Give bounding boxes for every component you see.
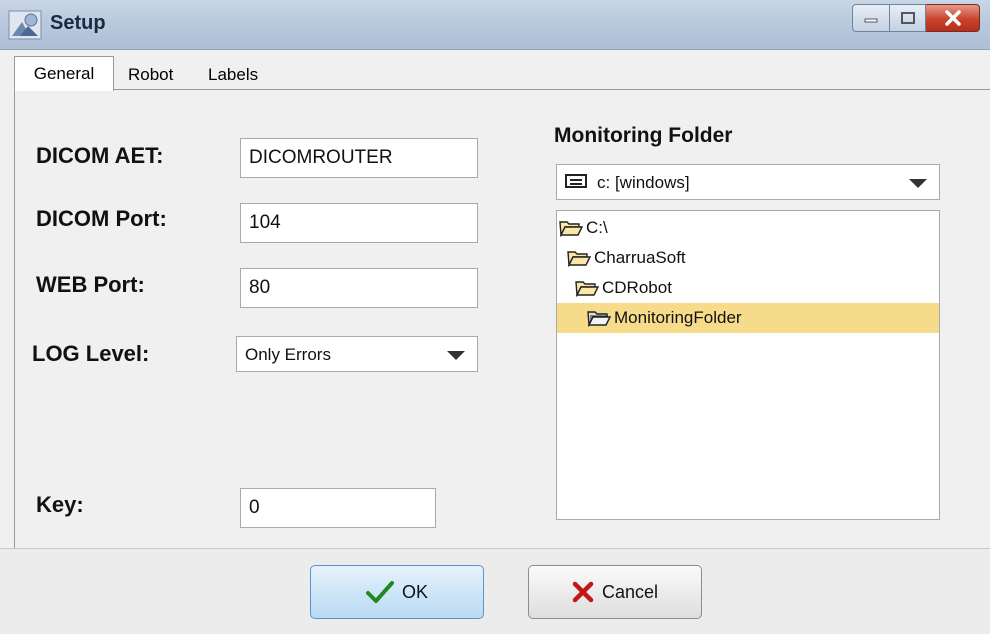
dicom-aet-label: DICOM AET: [36, 143, 164, 168]
window-title: Setup [50, 12, 106, 34]
cancel-button-label: Cancel [601, 581, 659, 602]
tab-labels[interactable]: Labels [208, 62, 278, 90]
folder-name: C:\ [586, 218, 608, 237]
drive-select[interactable]: c: [windows] [556, 164, 940, 200]
tab-general[interactable]: General [14, 56, 114, 91]
key-label: Key: [36, 492, 84, 517]
folder-name: MonitoringFolder [614, 308, 742, 327]
folder-tree-item[interactable]: CDRobot [575, 273, 672, 303]
checkmark-icon [365, 581, 394, 603]
web-port-label: WEB Port: [36, 272, 145, 297]
folder-tree-item[interactable]: CharruaSoft [567, 243, 686, 273]
open-folder-icon [567, 251, 591, 267]
x-icon [572, 581, 594, 603]
drive-select-value: c: [windows] [597, 173, 690, 192]
tab-robot[interactable]: Robot [128, 62, 188, 90]
title-bar: Setup [0, 0, 990, 50]
close-icon [944, 10, 961, 26]
log-level-value: Only Errors [245, 345, 331, 364]
minimize-icon [864, 18, 878, 23]
cancel-button[interactable]: Cancel [528, 565, 702, 619]
chevron-down-icon[interactable] [447, 351, 465, 360]
open-folder-icon [575, 281, 599, 297]
window-controls [852, 4, 980, 32]
monitoring-folder-title: Monitoring Folder [554, 124, 733, 147]
minimize-button[interactable] [852, 4, 890, 32]
maximize-icon [900, 12, 915, 24]
button-bar [0, 548, 990, 634]
chevron-down-icon[interactable] [909, 179, 927, 188]
dicom-port-label: DICOM Port: [36, 206, 167, 231]
open-folder-icon [559, 221, 583, 237]
folder-tree-item-selected[interactable]: MonitoringFolder [557, 303, 939, 333]
setup-window: Setup General Robot Labels DICOM AET: DI… [0, 0, 990, 634]
dicom-aet-input[interactable]: DICOMROUTER [240, 138, 478, 178]
folder-icon [587, 311, 611, 327]
log-level-label: LOG Level: [32, 341, 150, 366]
folder-tree[interactable]: C:\ CharruaSoft CDRobot MonitoringFolder [556, 210, 940, 520]
log-level-select[interactable]: Only Errors [236, 336, 478, 372]
folder-tree-item[interactable]: C:\ [559, 213, 608, 243]
ok-button-label: OK [401, 581, 428, 602]
setup-app-icon [8, 10, 42, 40]
folder-name: CharruaSoft [594, 248, 686, 267]
hard-drive-icon [565, 174, 587, 188]
close-button[interactable] [926, 4, 980, 32]
folder-name: CDRobot [602, 278, 672, 297]
key-input[interactable]: 0 [240, 488, 436, 528]
maximize-button[interactable] [890, 4, 926, 32]
web-port-input[interactable]: 80 [240, 268, 478, 308]
ok-button[interactable]: OK [310, 565, 484, 619]
dicom-port-input[interactable]: 104 [240, 203, 478, 243]
